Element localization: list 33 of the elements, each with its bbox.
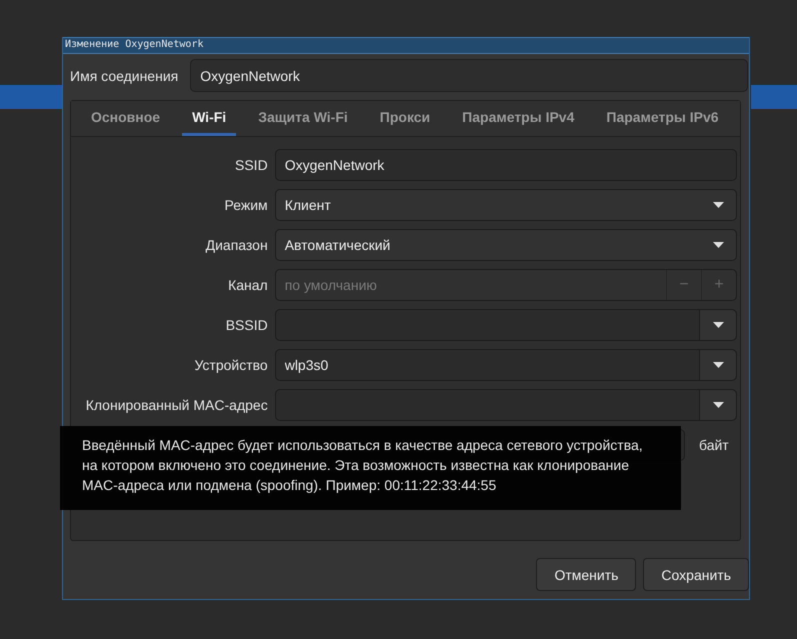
unit-label: байт [699,437,729,453]
dropdown[interactable]: Клиент [274,189,737,221]
dropdown-button[interactable] [699,350,736,380]
field-label: SSID [234,157,268,173]
caret-icon [712,322,724,328]
tooltip: Введённый MAC-адрес будет использоваться в качестве адреса сетевого устройства, на котором включено это соединение. Эта возможность известна как клонирование MAC-адреса или подмена (spoofing). Пример: 00:11:22:33:44:55 [60,426,681,510]
caret-icon [713,242,724,248]
dropdown[interactable]: Автоматический [274,229,737,261]
field-label: Имя соединения [70,68,178,84]
field-label: Клонированный MAC-адрес [84,397,268,413]
dialog-button[interactable]: Сохранить [643,558,749,591]
tab[interactable]: Wi-Fi [182,101,236,136]
field-label: Диапазон [204,237,268,253]
tab[interactable]: Прокси [370,101,440,136]
tab[interactable]: Параметры IPv6 [596,101,729,136]
field-label: Канал [227,277,268,293]
input-field[interactable]: OxygenNetwork [190,59,748,92]
caret-icon [713,202,724,208]
caret-icon [712,362,724,368]
input-field[interactable]: OxygenNetwork [274,149,737,181]
selection-bar [0,85,62,109]
field-label: Устройство [193,357,268,373]
selection-bar [751,85,797,109]
dropdown-button[interactable] [699,310,736,340]
tab[interactable]: Параметры IPv4 [452,101,584,136]
window-title: Изменение OxygenNetwork [63,37,749,54]
tab[interactable]: Основное [81,101,170,136]
field-label: BSSID [224,317,268,333]
caret-icon [712,402,724,408]
field-label: Режим [224,197,268,213]
dropdown-button[interactable] [699,390,736,420]
dialog-button[interactable]: Отменить [536,558,636,591]
tab[interactable]: Защита Wi-Fi [248,101,358,136]
